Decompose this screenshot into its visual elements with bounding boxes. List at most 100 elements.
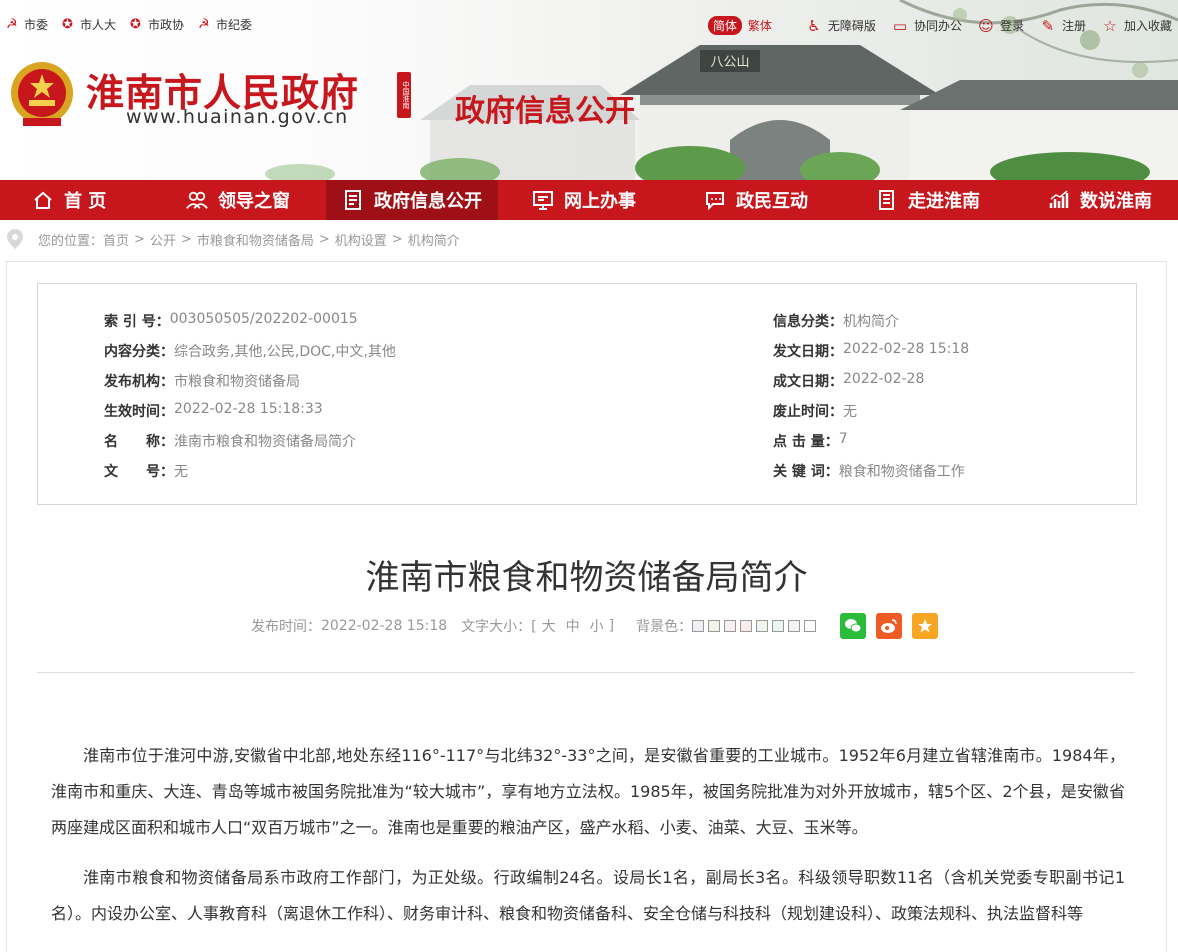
document-icon (342, 189, 364, 211)
meta-label: 发布机构： (104, 374, 174, 390)
meta-label: 点 击 量： (773, 434, 839, 450)
meta-value: 综合政务,其他,公民,DOC,中文,其他 (174, 344, 396, 360)
meta-label: 内容分类： (104, 344, 174, 360)
weibo-share-button[interactable] (876, 613, 903, 639)
add-favorite-link[interactable]: ☆ 加入收藏 (1102, 17, 1172, 35)
breadcrumb-home[interactable]: 首页 (103, 230, 129, 249)
scene-sign: 八公山 (710, 55, 749, 70)
meta-row: 信息分类： 机构简介 (773, 311, 899, 331)
font-size-small-button[interactable]: 小 (590, 616, 604, 636)
weibo-icon (881, 619, 897, 633)
breadcrumb-prefix: 您的位置： (38, 233, 104, 249)
nav-interaction[interactable]: 政民互动 (704, 180, 808, 220)
meta-row: 关 键 词： 粮食和物资储备工作 (773, 461, 965, 481)
breadcrumb-public[interactable]: 公开 (150, 230, 176, 249)
nav-gov-info[interactable]: 政府信息公开 (326, 180, 498, 220)
wechat-share-button[interactable] (840, 613, 867, 639)
link-label: 登录 (999, 19, 1024, 33)
user-icon: ☺ (978, 16, 994, 35)
site-url: www.huainan.gov.cn (126, 106, 349, 128)
bg-color-swatch[interactable] (692, 620, 705, 632)
meta-value: 2022-02-28 15:18:33 (174, 401, 323, 417)
office-link[interactable]: ▭ 协同办公 (892, 17, 962, 35)
breadcrumb-separator: > (391, 231, 403, 247)
home-icon (32, 189, 54, 211)
favorite-button[interactable] (912, 613, 939, 639)
article-paragraph: 淮南市位于淮河中游,安徽省中北部,地处东经116°-117°与北纬32°-33°… (51, 746, 1125, 837)
link-label: 市纪委 (216, 18, 253, 32)
meta-value: 无 (174, 464, 188, 480)
content-divider (37, 672, 1135, 673)
wechat-icon (845, 619, 862, 633)
link-discipline-commission[interactable]: ☭ 市纪委 (198, 16, 252, 33)
link-label: 市政协 (148, 18, 185, 32)
meta-value: 机构简介 (843, 314, 899, 330)
font-size-large-button[interactable]: 大 (542, 616, 556, 636)
bg-color-swatch[interactable] (804, 620, 817, 632)
breadcrumb-bureau[interactable]: 市粮食和物资储备局 (197, 230, 314, 249)
lang-traditional-button[interactable]: 繁体 (748, 17, 772, 34)
lang-simplified-button[interactable]: 简体 (707, 16, 742, 35)
seal-stamp: 中国淮南 (397, 72, 411, 118)
article-title: 淮南市粮食和物资储备局简介 (365, 558, 808, 598)
meta-label: 文 号： (104, 464, 174, 480)
meta-label: 成文日期： (773, 374, 843, 390)
font-size-medium-button[interactable]: 中 (566, 616, 580, 636)
accessibility-link[interactable]: ♿ 无障碍版 (806, 17, 876, 35)
cppcc-emblem-icon: ✪ (130, 16, 141, 32)
nav-about-huainan[interactable]: 走进淮南 (876, 180, 980, 220)
link-label: 无障碍版 (827, 19, 876, 33)
bar-chart-icon (1048, 189, 1070, 211)
link-label: 市人大 (80, 18, 117, 32)
link-label: 注册 (1061, 19, 1086, 33)
nav-label: 政民互动 (736, 191, 808, 212)
meta-row: 内容分类： 综合政务,其他,公民,DOC,中文,其他 (104, 341, 396, 361)
bg-color-swatch[interactable] (708, 620, 721, 632)
national-emblem-icon: ✪ (62, 16, 73, 32)
font-size-end: ] (608, 618, 615, 634)
nav-data-huainan[interactable]: 数说淮南 (1048, 180, 1152, 220)
monitor-icon: ▭ (892, 16, 908, 35)
nav-online-service[interactable]: 网上办事 (532, 180, 636, 220)
font-size-label: 文字大小：[ (461, 619, 537, 635)
breadcrumb-current[interactable]: 机构简介 (408, 230, 460, 249)
meta-value: 2022-02-28 (843, 371, 925, 387)
site-header: 八公山 ☭ 市委 ✪ 市人大 ✪ 市政协 ☭ 市纪委 简体 繁体 ♿ 无障碍版 ▭ 协同办公… (0, 0, 1178, 180)
link-cppcc[interactable]: ✪ 市政协 (130, 16, 184, 33)
bg-color-swatch[interactable] (772, 620, 785, 632)
meta-row: 成文日期： 2022-02-28 (773, 371, 924, 391)
nav-home[interactable]: 首 页 (32, 180, 106, 220)
breadcrumb-organization[interactable]: 机构设置 (335, 230, 387, 249)
topbar-left-links: ☭ 市委 ✪ 市人大 ✪ 市政协 ☭ 市纪委 (6, 16, 266, 33)
party-emblem-icon: ☭ (198, 16, 210, 32)
link-peoples-congress[interactable]: ✪ 市人大 (62, 16, 116, 33)
meta-label: 废止时间： (773, 404, 843, 420)
bg-color-swatch[interactable] (756, 620, 769, 632)
meta-row: 文 号：无 (104, 461, 188, 481)
breadcrumb-separator: > (318, 231, 330, 247)
meta-row: 索 引 号： 003050505/202202-00015 (104, 311, 358, 331)
meta-label: 发文日期： (773, 344, 843, 360)
register-link[interactable]: ✎ 注册 (1040, 17, 1086, 35)
meta-label: 信息分类： (773, 314, 843, 330)
star-icon (918, 619, 933, 633)
login-link[interactable]: ☺ 登录 (978, 17, 1024, 35)
link-label: 加入收藏 (1123, 19, 1172, 33)
link-label: 市委 (24, 18, 49, 32)
link-municipal-committee[interactable]: ☭ 市委 (6, 16, 48, 33)
bg-color-swatch[interactable] (724, 620, 737, 632)
meta-value: 淮南市粮食和物资储备局简介 (174, 434, 356, 450)
meta-value: 003050505/202202-00015 (169, 311, 358, 327)
article-paragraph: 淮南市粮食和物资储备局系市政府工作部门，为正处级。行政编制24名。设局长1名，副… (51, 868, 1125, 923)
meta-row: 发文日期： 2022-02-28 15:18 (773, 341, 969, 361)
meta-value: 2022-02-28 15:18 (843, 341, 970, 357)
star-icon: ☆ (1103, 16, 1117, 35)
wheelchair-icon: ♿ (807, 16, 821, 35)
nav-leaders[interactable]: 领导之窗 (186, 180, 290, 220)
bg-color-swatch[interactable] (740, 620, 753, 632)
publish-label: 发布时间： (251, 619, 321, 635)
bg-color-swatch[interactable] (788, 620, 801, 632)
meta-row: 点 击 量： 7 (773, 431, 848, 451)
metadata-table: 索 引 号： 003050505/202202-00015 内容分类： 综合政务,其… (37, 283, 1137, 505)
nav-label: 走进淮南 (908, 191, 980, 212)
